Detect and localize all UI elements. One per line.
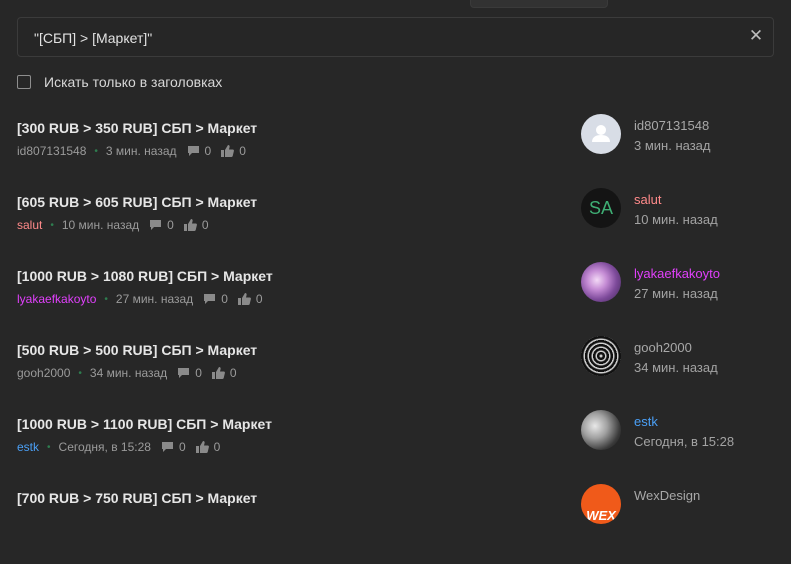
- search-query-text: "[СБП] > [Маркет]": [34, 30, 153, 46]
- thumbs-up-icon: [195, 441, 209, 453]
- result-item: [700 RUB > 750 RUB] СБП > Маркет WEX Wex…: [0, 484, 791, 564]
- result-meta: lyakaefkakoyto • 27 мин. назад 0 0: [17, 291, 273, 307]
- reply-count: 0: [195, 366, 202, 380]
- sidebar-time: 27 мин. назад: [634, 286, 718, 301]
- sidebar-username[interactable]: lyakaefkakoyto: [634, 266, 720, 281]
- result-title-link[interactable]: [1000 RUB > 1080 RUB] СБП > Маркет: [17, 268, 273, 284]
- result-title-link[interactable]: [700 RUB > 750 RUB] СБП > Маркет: [17, 490, 257, 506]
- thumbs-up-icon: [183, 219, 197, 231]
- result-time: Сегодня, в 15:28: [58, 440, 151, 454]
- sidebar-username[interactable]: salut: [634, 192, 661, 207]
- thumbs-up-icon: [221, 145, 235, 157]
- top-toolbar-stub[interactable]: [470, 0, 608, 8]
- result-item: [605 RUB > 605 RUB] СБП > Маркет salut •…: [0, 188, 791, 268]
- user-avatar[interactable]: [581, 262, 621, 302]
- result-title-link[interactable]: [300 RUB > 350 RUB] СБП > Маркет: [17, 120, 257, 136]
- sidebar-username[interactable]: id807131548: [634, 118, 709, 133]
- result-time: 34 мин. назад: [89, 366, 168, 380]
- result-item: [500 RUB > 500 RUB] СБП > Маркет gooh200…: [0, 336, 791, 416]
- close-icon[interactable]: ✕: [747, 27, 765, 45]
- like-count: 0: [213, 440, 221, 454]
- user-avatar[interactable]: [581, 114, 621, 154]
- separator-dot: •: [78, 367, 82, 379]
- sidebar-time: 3 мин. назад: [634, 138, 711, 153]
- result-item: [1000 RUB > 1100 RUB] СБП > Маркет estk …: [0, 410, 791, 490]
- result-title-link[interactable]: [500 RUB > 500 RUB] СБП > Маркет: [17, 342, 257, 358]
- search-query-box[interactable]: "[СБП] > [Маркет]" ✕: [17, 17, 774, 57]
- like-count: 0: [229, 366, 237, 380]
- comment-icon: [178, 368, 190, 378]
- result-meta: estk • Сегодня, в 15:28 0 0: [17, 439, 230, 455]
- result-meta: id807131548 • 3 мин. назад 0 0: [17, 143, 256, 159]
- user-avatar[interactable]: WEX: [581, 484, 621, 524]
- thumbs-up-icon: [211, 367, 225, 379]
- result-title-link[interactable]: [605 RUB > 605 RUB] СБП > Маркет: [17, 194, 257, 210]
- result-meta: gooh2000 • 34 мин. назад 0 0: [17, 365, 247, 381]
- sidebar-username[interactable]: WexDesign: [634, 488, 700, 503]
- result-meta: salut • 10 мин. назад 0 0: [17, 217, 219, 233]
- separator-dot: •: [50, 219, 54, 231]
- comment-icon: [204, 294, 216, 304]
- reply-count: 0: [178, 440, 186, 454]
- comment-icon: [150, 220, 162, 230]
- separator-dot: •: [94, 145, 98, 157]
- like-count: 0: [201, 218, 209, 232]
- thumbs-up-icon: [237, 293, 251, 305]
- sidebar-time: 10 мин. назад: [634, 212, 718, 227]
- user-avatar[interactable]: SA: [581, 188, 621, 228]
- result-title-link[interactable]: [1000 RUB > 1100 RUB] СБП > Маркет: [17, 416, 272, 432]
- like-count: 0: [239, 144, 246, 158]
- result-author-link[interactable]: estk: [17, 440, 39, 454]
- result-author-link[interactable]: salut: [17, 218, 42, 232]
- sidebar-username[interactable]: estk: [634, 414, 658, 429]
- reply-count: 0: [221, 292, 228, 306]
- sidebar-time: 34 мин. назад: [634, 360, 718, 375]
- titles-only-checkbox[interactable]: [17, 75, 31, 89]
- result-time: 10 мин. назад: [61, 218, 140, 232]
- sidebar-time: Сегодня, в 15:28: [634, 434, 735, 449]
- result-item: [300 RUB > 350 RUB] СБП > Маркет id80713…: [0, 114, 791, 194]
- titles-only-label: Искать только в заголовках: [44, 74, 223, 90]
- sidebar-username[interactable]: gooh2000: [634, 340, 692, 355]
- default-user-avatar-icon: [592, 125, 610, 142]
- result-time: 3 мин. назад: [105, 144, 177, 158]
- like-count: 0: [255, 292, 263, 306]
- reply-count: 0: [167, 218, 174, 232]
- reply-count: 0: [204, 144, 212, 158]
- avatar-logo-text: WEX: [586, 507, 616, 523]
- result-time: 27 мин. назад: [115, 292, 194, 306]
- titles-only-filter[interactable]: Искать только в заголовках: [17, 73, 222, 91]
- user-avatar[interactable]: [581, 336, 621, 376]
- separator-dot: •: [104, 293, 108, 305]
- user-avatar[interactable]: [581, 410, 621, 450]
- result-author-link[interactable]: lyakaefkakoyto: [17, 292, 96, 306]
- result-author-link[interactable]: id807131548: [17, 144, 86, 158]
- avatar-initials: SA: [588, 197, 613, 218]
- separator-dot: •: [47, 441, 51, 453]
- comment-icon: [187, 146, 199, 156]
- result-item: [1000 RUB > 1080 RUB] СБП > Маркет lyaka…: [0, 262, 791, 342]
- result-author-link[interactable]: gooh2000: [17, 366, 70, 380]
- comment-icon: [161, 442, 173, 452]
